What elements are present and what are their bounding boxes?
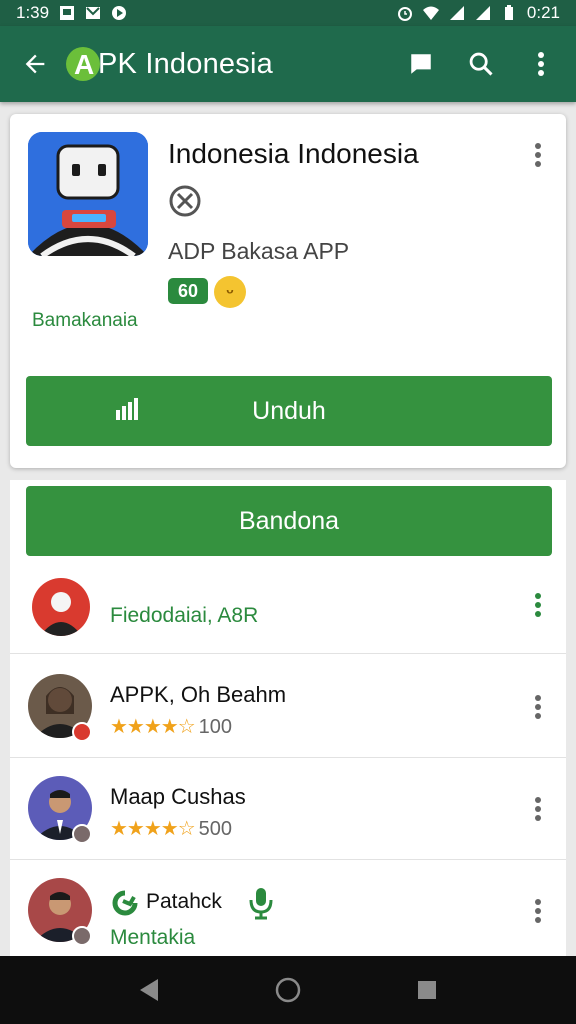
status-time-right: 0:21 — [526, 3, 560, 22]
verified-badge — [72, 926, 92, 946]
list-item-name: APPK, Oh Beahm — [110, 682, 287, 707]
triangle-back-icon — [140, 979, 159, 1001]
status-bar: 1:39 0:21 — [0, 0, 576, 26]
overflow-menu-button[interactable] — [526, 49, 556, 79]
developer-name: ADP Bakasa APP — [168, 238, 350, 264]
chat-icon — [411, 54, 431, 74]
chat-button[interactable] — [406, 49, 436, 79]
signal-icon-2 — [475, 6, 490, 20]
avatar — [32, 578, 90, 636]
app-name: Indonesia Indonesia — [168, 138, 419, 169]
list-header-button[interactable]: Bandona — [26, 486, 552, 556]
image-notification-icon — [60, 6, 75, 20]
list-item-more-button[interactable] — [526, 690, 550, 724]
battery-icon — [504, 5, 513, 20]
app-title: PK Indonesia — [98, 47, 273, 80]
list-item[interactable]: Maap Cushas ★★★★☆ 500 — [10, 758, 566, 860]
list-item-more-button[interactable] — [526, 894, 550, 928]
rating-badge: 60 — [168, 278, 208, 304]
more-vert-icon — [535, 593, 541, 617]
list-item[interactable]: APPK, Oh Beahm ★★★★☆ 100 — [10, 656, 566, 758]
more-vert-icon — [535, 899, 541, 923]
status-time-left: 1:39 — [16, 3, 50, 22]
list-item-subtitle: Mentakia — [110, 926, 196, 949]
refresh-icon — [112, 890, 138, 916]
card-more-button[interactable] — [526, 138, 550, 172]
logo-letter: A — [74, 49, 95, 80]
more-vert-icon — [535, 797, 541, 821]
app-logo: A — [66, 47, 100, 81]
list-item-name: Fiedodaiai, A8R — [110, 604, 259, 627]
wifi-icon — [422, 6, 439, 20]
nav-home-button[interactable] — [268, 970, 308, 1010]
mic-icon[interactable] — [246, 886, 276, 922]
app-detail-card: Indonesia Indonesia ADP Bakasa APP 60 ᵕ … — [10, 114, 566, 468]
install-label: Unduh — [252, 396, 326, 425]
search-icon — [469, 52, 493, 76]
rating-count: 100 — [198, 716, 233, 738]
nav-back-button[interactable] — [129, 970, 169, 1010]
related-apps-list: Bandona Fiedodaiai, A8R APPK, Oh Beahm ★… — [10, 480, 566, 956]
app-category: Bamakanaia — [32, 310, 138, 331]
list-item-name: Maap Cushas — [110, 784, 246, 809]
nav-recents-button[interactable] — [407, 970, 447, 1010]
more-vert-icon — [535, 143, 541, 167]
verified-badge — [72, 824, 92, 844]
list-item-name: Patahck — [146, 890, 222, 913]
star-rating: ★★★★☆ 100 — [110, 714, 232, 739]
app-bar: A PK Indonesia — [0, 26, 576, 102]
mail-notification-icon — [86, 7, 101, 19]
back-button[interactable] — [14, 43, 56, 85]
cancel-circle-icon[interactable] — [168, 184, 202, 218]
star-rating: ★★★★☆ 500 — [110, 816, 232, 841]
list-item[interactable]: Fiedodaiai, A8R — [10, 564, 566, 654]
signal-icon — [449, 6, 464, 20]
emoji-icon: ᵕ — [214, 276, 246, 308]
square-recents-icon — [417, 981, 436, 999]
stars-icon: ★★★★☆ — [110, 716, 196, 738]
more-vert-icon — [535, 695, 541, 719]
verified-badge — [72, 722, 92, 742]
rating-count: 500 — [198, 818, 233, 840]
list-item-more-button[interactable] — [526, 792, 550, 826]
list-item-more-button[interactable] — [526, 588, 550, 622]
robot-icon — [28, 132, 148, 256]
arrow-back-icon — [25, 54, 45, 74]
circle-home-icon — [275, 977, 301, 1003]
play-notification-icon — [112, 6, 127, 20]
more-vert-icon — [538, 52, 544, 76]
signal-bars-icon — [116, 398, 138, 420]
app-icon — [28, 132, 148, 256]
install-button[interactable]: Unduh — [26, 376, 552, 446]
system-nav-bar — [0, 956, 576, 1024]
search-button[interactable] — [466, 49, 496, 79]
alarm-icon — [397, 7, 412, 21]
list-item[interactable]: Patahck Mentakia — [10, 860, 566, 956]
stars-icon: ★★★★☆ — [110, 818, 196, 840]
